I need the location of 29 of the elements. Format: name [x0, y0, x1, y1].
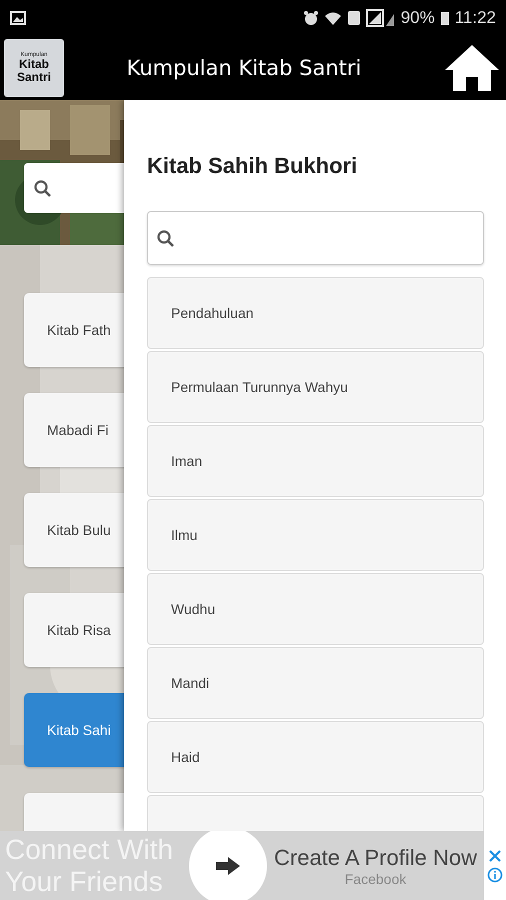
search-field[interactable] — [147, 211, 484, 265]
ad-title: Create A Profile Now — [274, 844, 477, 870]
chapter-item[interactable]: Haid — [147, 721, 484, 793]
sim-icon — [346, 10, 361, 26]
logo-text: Santri — [16, 71, 51, 84]
chapter-item[interactable] — [147, 795, 484, 831]
chapter-item[interactable]: Wudhu — [147, 573, 484, 645]
wifi-icon — [324, 11, 342, 25]
battery-percent: 90% — [400, 8, 435, 28]
alarm-icon — [302, 10, 319, 26]
battery-icon — [440, 10, 450, 26]
chapter-item[interactable]: Permulaan Turunnya Wahyu — [147, 351, 484, 423]
logo-text: Kitab — [19, 58, 49, 71]
chapter-item[interactable]: Pendahuluan — [147, 277, 484, 349]
advertiser: Facebook — [344, 870, 406, 886]
clock: 11:22 — [454, 8, 496, 28]
arrow-icon — [215, 856, 241, 876]
signal-icon — [366, 9, 396, 27]
close-icon — [488, 848, 502, 862]
chapter-item[interactable]: Iman — [147, 425, 484, 497]
home-button[interactable] — [444, 43, 500, 93]
app-title: Kumpulan Kitab Santri — [126, 56, 362, 80]
drawer-title: Kitab Sahih Bukhori — [147, 153, 358, 180]
info-icon — [487, 866, 503, 882]
search-icon — [156, 229, 174, 247]
chapter-item[interactable]: Ilmu — [147, 499, 484, 571]
image-icon — [10, 11, 26, 25]
chapter-item[interactable]: Mandi — [147, 647, 484, 719]
home-icon — [444, 43, 500, 93]
